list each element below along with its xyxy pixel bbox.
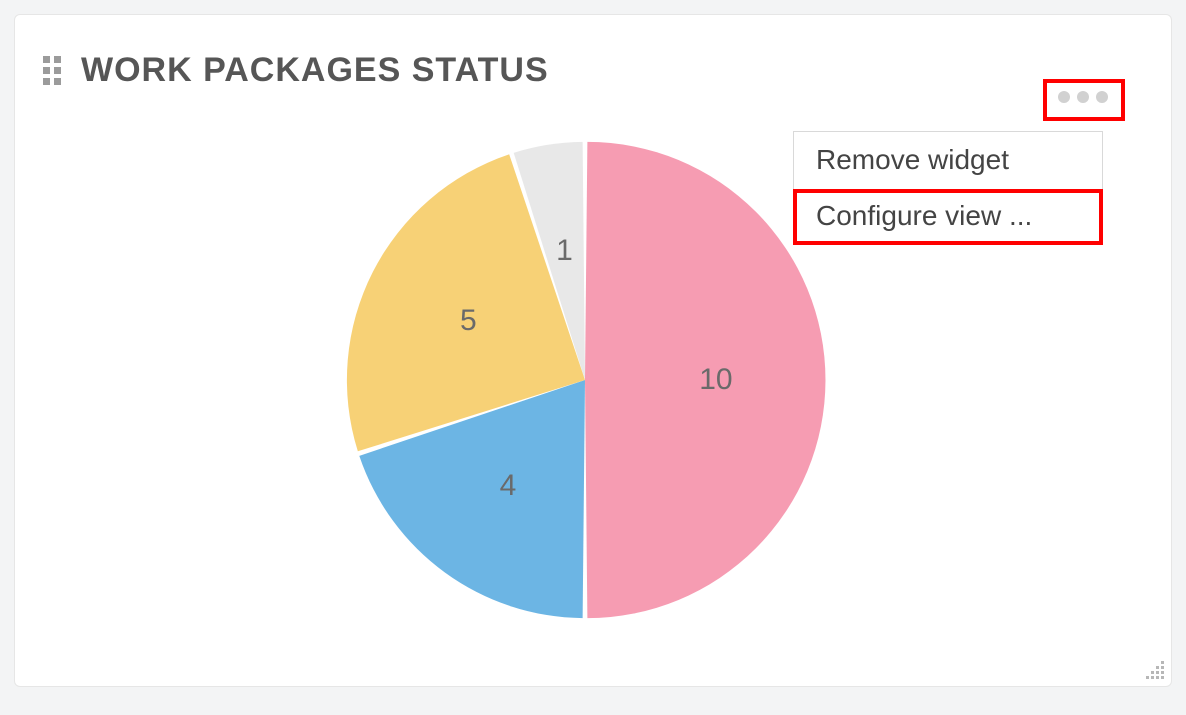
pie-chart: 10 4 5 1 [15,95,1171,646]
widget-header: WORK PACKAGES STATUS [15,15,1171,95]
pie-slice-label: 5 [460,304,477,338]
drag-handle-icon[interactable] [43,56,61,85]
work-packages-status-widget: WORK PACKAGES STATUS Remove widget Confi… [14,14,1172,687]
pie-slice-label: 4 [500,469,517,503]
pie-slice-label: 10 [699,363,732,397]
resize-handle-icon[interactable] [1137,652,1165,680]
widget-title: WORK PACKAGES STATUS [81,51,549,90]
pie-slice-label: 1 [556,234,573,268]
